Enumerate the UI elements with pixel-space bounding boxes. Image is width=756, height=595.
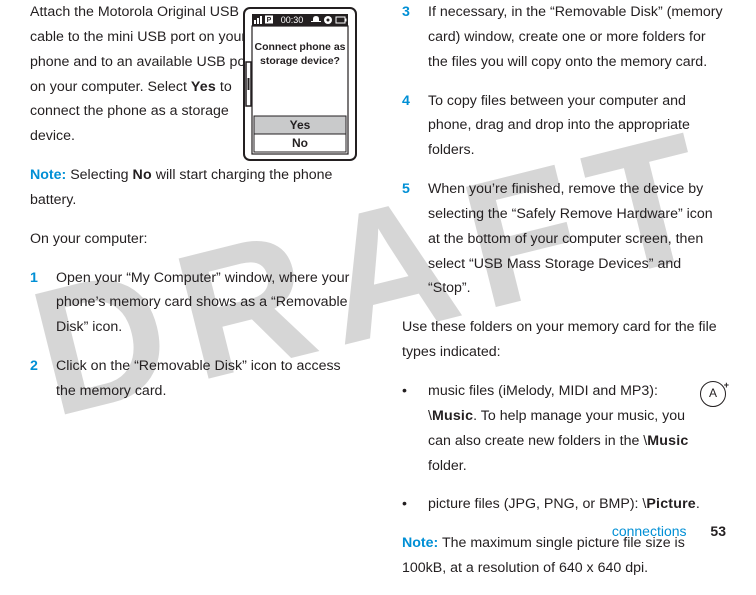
right-column: 3 If necessary, in the “Removable Disk” … bbox=[402, 0, 726, 595]
footer-section: connections bbox=[612, 523, 687, 539]
phone-illustration: P 00:30 Connect phone as storage device? bbox=[242, 6, 358, 162]
music-after: folder. bbox=[428, 458, 467, 474]
step-1: 1 Open your “My Computer” window, where … bbox=[30, 266, 354, 341]
step-2-text: Click on the “Removable Disk” icon to ac… bbox=[56, 354, 354, 404]
on-your-computer: On your computer: bbox=[30, 227, 354, 252]
step-1-number: 1 bbox=[30, 266, 42, 341]
intro-paragraph: Attach the Motorola Original USB cable t… bbox=[30, 0, 260, 149]
step-5-number: 5 bbox=[402, 177, 414, 301]
step-4-number: 4 bbox=[402, 89, 414, 164]
step-1-text: Open your “My Computer” window, where yo… bbox=[56, 266, 354, 341]
step-3-number: 3 bbox=[402, 0, 414, 75]
phone-no-option: No bbox=[292, 136, 308, 150]
right-step-list: 3 If necessary, in the “Removable Disk” … bbox=[402, 0, 726, 301]
step-2-number: 2 bbox=[30, 354, 42, 404]
accessory-icon: + bbox=[700, 381, 726, 407]
bullet-marker: • bbox=[402, 492, 414, 517]
note-label-2: Note: bbox=[402, 535, 438, 551]
music-folder-name-2: Music bbox=[647, 433, 688, 449]
left-step-list: 1 Open your “My Computer” window, where … bbox=[30, 266, 354, 404]
picture-note-text: The maximum single picture file size is … bbox=[402, 535, 685, 576]
music-folder-name: Music bbox=[432, 408, 473, 424]
picture-before: picture files (JPG, PNG, or BMP): \ bbox=[428, 496, 646, 512]
note-label: Note: bbox=[30, 167, 66, 183]
page-footer: connections 53 bbox=[612, 523, 726, 539]
svg-text:P: P bbox=[267, 17, 272, 24]
accessory-icon-wrap: + bbox=[696, 381, 726, 407]
phone-yes-option: Yes bbox=[290, 118, 311, 132]
bullet-music: • music files (iMelody, MIDI and MP3): \… bbox=[402, 379, 726, 478]
step-3: 3 If necessary, in the “Removable Disk” … bbox=[402, 0, 726, 75]
step-2: 2 Click on the “Removable Disk” icon to … bbox=[30, 354, 354, 404]
left-column: Attach the Motorola Original USB cable t… bbox=[30, 0, 354, 595]
step-3-text: If necessary, in the “Removable Disk” (m… bbox=[428, 0, 726, 75]
picture-text: picture files (JPG, PNG, or BMP): \Pictu… bbox=[428, 492, 700, 517]
phone-svg: P 00:30 Connect phone as storage device? bbox=[242, 6, 358, 162]
phone-time: 00:30 bbox=[281, 15, 304, 25]
step-4-text: To copy files between your computer and … bbox=[428, 89, 726, 164]
footer-page-number: 53 bbox=[710, 523, 726, 539]
note-paragraph: Note: Selecting No will start charging t… bbox=[30, 163, 354, 213]
intro-yes-word: Yes bbox=[191, 79, 216, 95]
folders-intro: Use these folders on your memory card fo… bbox=[402, 315, 726, 365]
picture-folder-name: Picture bbox=[646, 496, 696, 512]
intro-block: Attach the Motorola Original USB cable t… bbox=[30, 0, 354, 149]
phone-prompt-line2: storage device? bbox=[260, 55, 340, 67]
phone-prompt-line1: Connect phone as bbox=[254, 41, 345, 53]
page-columns: Attach the Motorola Original USB cable t… bbox=[0, 0, 756, 595]
note-no-word: No bbox=[133, 167, 152, 183]
folder-bullet-list: • music files (iMelody, MIDI and MP3): \… bbox=[402, 379, 726, 517]
bullet-picture: • picture files (JPG, PNG, or BMP): \Pic… bbox=[402, 492, 726, 517]
picture-after: . bbox=[696, 496, 700, 512]
music-text: music files (iMelody, MIDI and MP3): \Mu… bbox=[428, 379, 726, 478]
bullet-marker: • bbox=[402, 379, 414, 478]
step-5: 5 When you’re finished, remove the devic… bbox=[402, 177, 726, 301]
step-5-text: When you’re finished, remove the device … bbox=[428, 177, 726, 301]
note-before: Selecting bbox=[66, 167, 132, 183]
step-4: 4 To copy files between your computer an… bbox=[402, 89, 726, 164]
